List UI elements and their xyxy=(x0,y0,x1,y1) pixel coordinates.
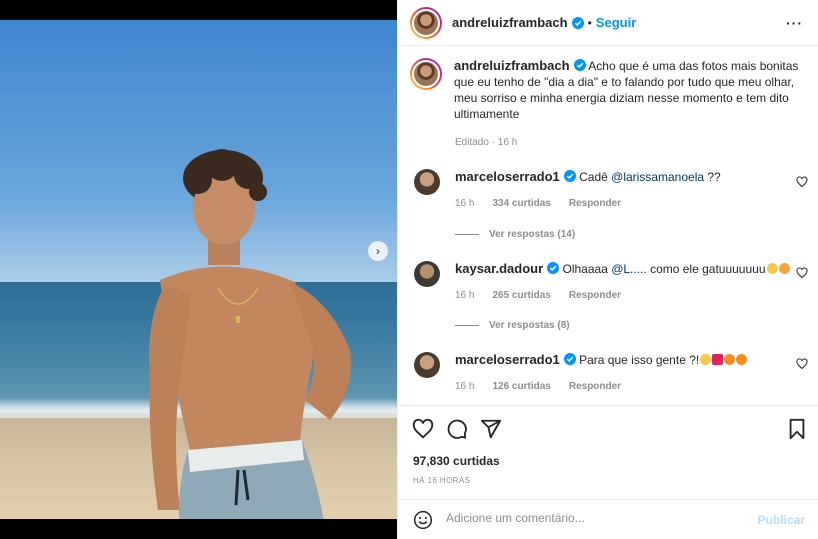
commenter-avatar[interactable] xyxy=(414,261,440,287)
publish-button[interactable]: Publicar xyxy=(758,513,805,527)
verified-badge-icon xyxy=(571,16,584,29)
comment-mention[interactable]: @L..... xyxy=(611,262,647,276)
verified-badge-icon xyxy=(573,59,586,71)
comment-input[interactable] xyxy=(446,511,746,525)
heart-icon[interactable] xyxy=(412,418,434,440)
commenter-username[interactable]: marceloserrado1 xyxy=(455,169,560,184)
comment-meta: 16 h 126 curtidas Responder xyxy=(439,381,621,392)
tongue-emoji-icon xyxy=(766,263,778,274)
comment-prefix: Cadê xyxy=(579,170,612,184)
comment-likes[interactable]: 265 curtidas xyxy=(492,290,550,301)
verified-badge-icon xyxy=(563,170,576,182)
comment-text: kaysar.dadour Olhaaaa @L..... como ele g… xyxy=(455,261,790,287)
comment-suffix: como ele gatuuuuuuu xyxy=(646,262,766,276)
caption-username[interactable]: andreluizframbach xyxy=(454,58,570,73)
reply-button[interactable]: Responder xyxy=(569,381,621,392)
red-heart-emoji-icon xyxy=(712,354,724,365)
chevron-right-icon: › xyxy=(376,244,380,258)
comment-composer: Publicar xyxy=(398,499,818,539)
fire-emoji-icon xyxy=(724,354,736,365)
post-photo xyxy=(0,20,397,519)
view-replies-button[interactable]: Ver respostas (14) xyxy=(455,229,575,240)
post-media: › xyxy=(0,0,397,539)
emoji-icon[interactable] xyxy=(413,510,433,530)
comment-time: 16 h xyxy=(455,381,475,392)
caption-avatar[interactable] xyxy=(410,58,442,90)
comment-item: marceloserrado1 Cadê @larissamanoela ?? xyxy=(414,169,814,195)
verified-badge-icon xyxy=(563,353,576,365)
view-replies-button[interactable]: Ver respostas (8) xyxy=(455,320,570,331)
replies-line xyxy=(455,234,479,235)
comment-time: 16 h xyxy=(455,290,475,301)
more-options-icon[interactable]: ··· xyxy=(786,15,803,31)
comment-likes[interactable]: 126 curtidas xyxy=(492,381,550,392)
comment-meta: 16 h 265 curtidas Responder xyxy=(439,290,621,301)
comment-suffix: ?? xyxy=(704,170,721,184)
comment-prefix: Para que isso gente ?! xyxy=(579,353,700,367)
post-time: HÁ 16 HORAS xyxy=(413,476,471,485)
post-actions: 97,830 curtidas HÁ 16 HORAS Publicar xyxy=(398,405,818,539)
follow-button[interactable]: Seguir xyxy=(596,15,636,30)
commenter-username[interactable]: kaysar.dadour xyxy=(455,261,543,276)
comment-item: kaysar.dadour Olhaaaa @L..... como ele g… xyxy=(414,261,814,287)
heart-eyes-emoji-icon xyxy=(778,263,790,274)
reply-button[interactable]: Responder xyxy=(569,290,621,301)
next-photo-button[interactable]: › xyxy=(368,241,388,261)
likes-count[interactable]: 97,830 curtidas xyxy=(413,454,500,468)
comment-meta: 16 h 334 curtidas Responder xyxy=(439,198,621,209)
comment-like-heart-icon[interactable] xyxy=(796,267,808,279)
commenter-avatar[interactable] xyxy=(414,169,440,195)
bookmark-icon[interactable] xyxy=(786,418,808,440)
commenter-avatar[interactable] xyxy=(414,352,440,378)
view-replies-label: Ver respostas (8) xyxy=(489,320,570,331)
fire-emoji-icon xyxy=(736,354,748,365)
replies-line xyxy=(455,325,479,326)
comment-like-heart-icon[interactable] xyxy=(796,358,808,370)
comment-mention[interactable]: @larissamanoela xyxy=(611,170,704,184)
comment-prefix: Olhaaaa xyxy=(562,262,612,276)
verified-badge-icon xyxy=(547,262,560,274)
author-username[interactable]: andreluizframbach xyxy=(452,15,568,30)
post-caption: andreluizframbach Acho que é uma das fot… xyxy=(410,58,806,122)
comment-like-heart-icon[interactable] xyxy=(796,176,808,188)
comment-likes[interactable]: 334 curtidas xyxy=(492,198,550,209)
commenter-username[interactable]: marceloserrado1 xyxy=(455,352,560,367)
laughing-emoji-icon xyxy=(700,354,712,365)
post-header: andreluizframbach • Seguir ··· xyxy=(398,0,818,46)
comment-item: marceloserrado1 Para que isso gente ?! xyxy=(414,352,814,378)
comment-text: marceloserrado1 Cadê @larissamanoela ?? xyxy=(455,169,721,195)
author-avatar[interactable] xyxy=(410,6,442,39)
comment-text: marceloserrado1 Para que isso gente ?! xyxy=(455,352,748,378)
comment-icon[interactable] xyxy=(446,418,468,440)
caption-text: andreluizframbach Acho que é uma das fot… xyxy=(454,58,804,122)
photo-person xyxy=(149,149,351,519)
header-separator: • xyxy=(587,15,592,30)
post-sidebar: andreluizframbach • Seguir ··· andreluiz… xyxy=(397,0,818,539)
view-replies-label: Ver respostas (14) xyxy=(489,229,576,240)
comment-time: 16 h xyxy=(455,198,475,209)
share-icon[interactable] xyxy=(480,418,502,440)
reply-button[interactable]: Responder xyxy=(569,198,621,209)
caption-meta: Editado · 16 h xyxy=(455,137,518,148)
